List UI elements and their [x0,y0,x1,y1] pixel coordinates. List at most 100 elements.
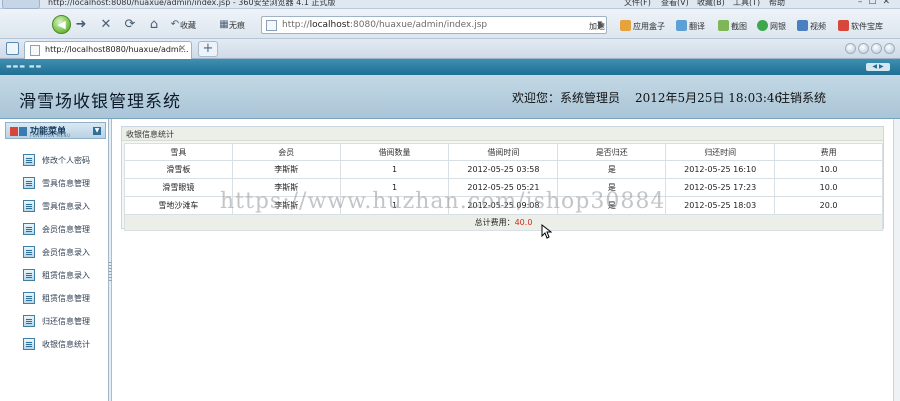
window-title: http://localhost:8080/huaxue/admin/index… [48,0,336,7]
table-cell: 1 [339,160,450,179]
document-icon [23,338,35,350]
total-label: 总计费用： [474,218,515,227]
sidebar-item-label: 修改个人密码 [42,156,90,165]
table-cell: 李斯斯 [231,160,341,179]
total-cell: 总计费用：40.0 [124,214,883,231]
table-cell: 2012-05-25 03:58 [448,160,559,179]
sidebar-item-member-entry[interactable]: 会员信息录入 [23,244,109,260]
table-cell: 是 [557,160,667,179]
mouse-cursor-icon [541,224,552,239]
browser-toolbar: ◀ ➜ ✕ ⟳ ⌂ ↶ 收藏 ▦ 无痕 http://localhost:808… [0,9,900,39]
strip-nav-icon[interactable]: ◀ ▶ [866,63,890,71]
sidebar-item-rental-manage[interactable]: 租赁信息管理 [23,290,109,306]
sidebar-item-label: 租赁信息管理 [42,294,90,303]
menu-help[interactable]: 帮助 [769,0,785,8]
table-cell: 2012-05-25 18:03 [665,196,776,215]
welcome-text: 欢迎您：系统管理员 [512,91,621,105]
sidebar-item-member-manage[interactable]: 会员信息管理 [23,221,109,237]
splitter-grip-icon[interactable] [109,262,112,282]
tab-active[interactable]: http://localhost8080/huaxue/admi... ✕ [24,41,192,59]
tab-scroll-left-icon[interactable] [845,43,856,54]
tool-video[interactable]: 视频 [797,20,826,32]
column-header: 借阅时间 [448,143,559,161]
tab-list-icon[interactable] [871,43,882,54]
no-trace-button[interactable]: 无痕 [229,20,245,31]
panel-title: 收银信息统计 [126,130,174,139]
sidebar-toggle-icon[interactable] [6,42,19,55]
address-bar[interactable]: http://localhost:8080/huaxue/admin/index… [261,16,607,34]
tool-app-box[interactable]: 应用盒子 [620,20,665,32]
sidebar-item-equipment-manage[interactable]: 雪具信息管理 [23,175,109,191]
menu-file[interactable]: 文件(F) [624,0,651,8]
column-header: 借阅数量 [339,143,450,161]
strip-decoration: ▬▬▬ ▬▬ [6,63,43,70]
sidebar-item-label: 归还信息管理 [42,317,90,326]
tab-scroll-right-icon[interactable] [858,43,869,54]
forward-icon[interactable]: ➜ [73,17,89,33]
watermark-text: https://www.huzhan.com/ishop30884 [220,189,666,214]
table-cell: 10.0 [774,160,883,179]
back-icon[interactable]: ◀ [52,15,71,34]
menu-view[interactable]: 查看(V) [661,0,689,8]
tool-screenshot[interactable]: 截图 [718,20,747,32]
menu-header-subtitle: FUNCTION MENU [30,133,71,138]
menu-header-icon [10,127,27,136]
column-header: 是否归还 [557,143,667,161]
window-controls[interactable]: –☐✕ [858,0,896,7]
column-header: 雪具 [124,143,233,161]
document-icon [23,315,35,327]
logout-link[interactable]: 注销系统 [778,89,826,106]
content-scrollbar[interactable] [893,119,900,401]
function-menu-sidebar: 功能菜单 FUNCTION MENU ▼ 修改个人密码 雪具信息管理 雪具信息录… [0,119,109,401]
sidebar-item-equipment-entry[interactable]: 雪具信息录入 [23,198,109,214]
sidebar-item-cashier-stats[interactable]: 收银信息统计 [23,336,109,352]
menu-tools[interactable]: 工具(T) [733,0,760,8]
new-tab-button[interactable]: + [198,41,218,57]
address-url[interactable]: http://localhost:8080/huaxue/admin/index… [282,20,487,30]
column-header: 归还时间 [665,143,776,161]
tab-bar: http://localhost8080/huaxue/admi... ✕ + [0,39,900,59]
table-cell: 滑雪眼镜 [124,178,233,197]
favorites-button[interactable]: 收藏 [180,20,196,31]
refresh-icon[interactable]: ⟳ [122,17,138,33]
document-icon [23,177,35,189]
collapse-icon[interactable]: ▼ [93,127,101,135]
sidebar-item-label: 雪具信息管理 [42,179,90,188]
sidebar-item-label: 租赁信息录入 [42,271,90,280]
close-icon[interactable]: ✕ [178,44,186,54]
sidebar-item-rental-entry[interactable]: 租赁信息录入 [23,267,109,283]
tab-bar-controls[interactable] [843,43,895,57]
tab-menu-icon[interactable] [884,43,895,54]
menu-favorites[interactable]: 收藏(B) [697,0,725,8]
stop-icon[interactable]: ✕ [98,17,114,33]
table-cell: 20.0 [774,196,883,215]
sidebar-splitter[interactable] [109,119,112,401]
table-cell: 2012-05-25 16:10 [665,160,776,179]
go-icon[interactable]: ▶ [598,21,604,30]
tool-ebank[interactable]: 网银 [757,20,786,32]
home-icon[interactable]: ⌂ [146,17,162,33]
table-total-row: 总计费用：40.0 [124,214,883,231]
sidebar-item-label: 会员信息录入 [42,248,90,257]
table-header-row: 雪具 会员 借阅数量 借阅时间 是否归还 归还时间 费用 [124,143,883,161]
document-icon [23,292,35,304]
table-row: 滑雪板 李斯斯 1 2012-05-25 03:58 是 2012-05-25 … [124,160,883,179]
total-value: 40.0 [514,218,533,227]
system-title: 滑雪场收银管理系统 [19,92,181,112]
tool-translate[interactable]: 翻译 [676,20,705,32]
document-icon [23,269,35,281]
document-icon [23,200,35,212]
table-cell: 10.0 [774,178,883,197]
document-icon [23,223,35,235]
table-cell: 2012-05-25 17:23 [665,178,776,197]
sidebar-item-change-password[interactable]: 修改个人密码 [23,152,109,168]
table-cell: 雪地沙滩车 [124,196,233,215]
app-top-strip: ▬▬▬ ▬▬ ◀ ▶ [0,59,900,75]
current-datetime: 2012年5月25日 18:03:46 [635,91,783,105]
sidebar-item-return-manage[interactable]: 归还信息管理 [23,313,109,329]
tool-software[interactable]: 软件宝库 [838,20,883,32]
table-cell: 滑雪板 [124,160,233,179]
panel-title-bar: 收银信息统计 [122,127,883,141]
app-header: 滑雪场收银管理系统 欢迎您：系统管理员 2012年5月25日 18:03:46 … [0,75,900,119]
function-menu-header: 功能菜单 FUNCTION MENU ▼ [5,122,106,139]
